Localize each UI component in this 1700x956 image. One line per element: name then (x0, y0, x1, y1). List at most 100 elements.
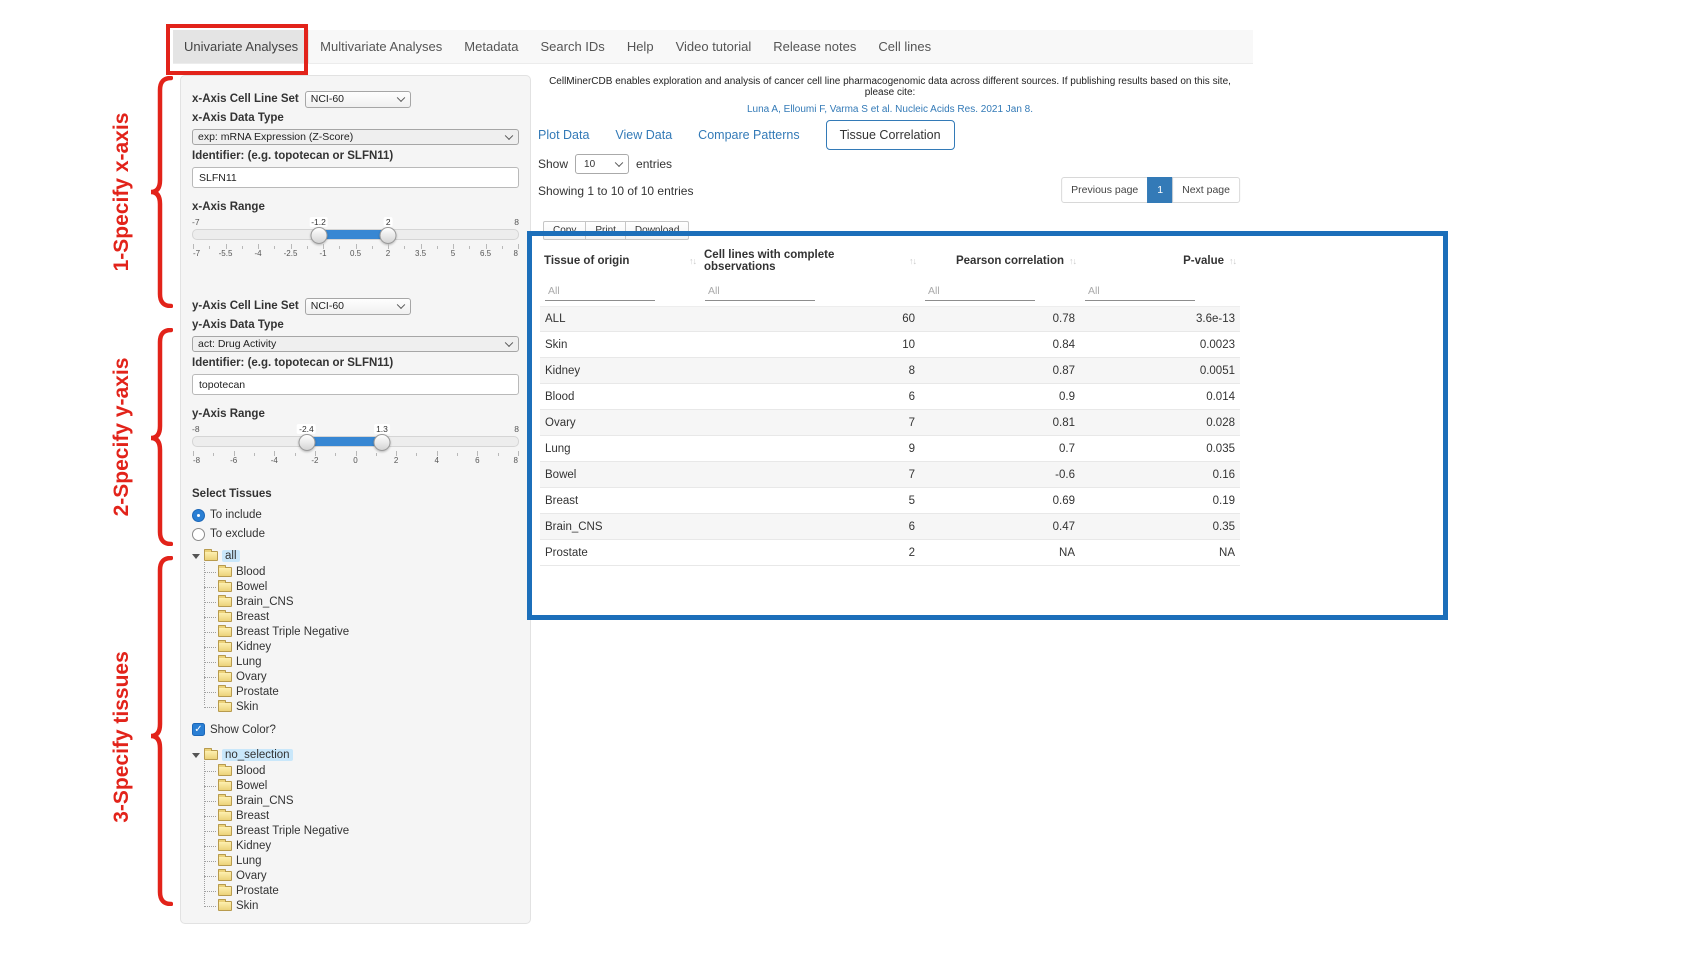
tree-item-ovary[interactable]: Ovary (218, 669, 519, 684)
tree-item-breast-triple-negative[interactable]: Breast Triple Negative (218, 624, 519, 639)
tree-item-breast-triple-negative[interactable]: Breast Triple Negative (218, 823, 519, 838)
tree-root-no-selection[interactable]: no_selection (192, 747, 519, 763)
slider-handle-to[interactable] (380, 227, 397, 244)
cell-tissue-of-origin: Prostate (540, 547, 700, 559)
cell-tissue-of-origin: ALL (540, 313, 700, 325)
radio-to-exclude[interactable] (192, 528, 205, 541)
tree-item-label: Breast Triple Negative (236, 825, 349, 837)
table-row-bowel[interactable]: Bowel7-0.60.16 (540, 462, 1240, 488)
table-row-lung[interactable]: Lung90.70.035 (540, 436, 1240, 462)
nav-tab-search-ids[interactable]: Search IDs (530, 30, 616, 63)
tree-item-breast[interactable]: Breast (218, 609, 519, 624)
nav-tab-cell-lines[interactable]: Cell lines (867, 30, 942, 63)
tree-item-kidney[interactable]: Kidney (218, 838, 519, 853)
y-axis-identifier-input[interactable] (192, 374, 519, 395)
tree-item-lung[interactable]: Lung (218, 654, 519, 669)
column-filter-input-pearson-correlation[interactable] (925, 281, 1035, 301)
show-entries-prefix: Show (538, 157, 568, 171)
tab-plot-data[interactable]: Plot Data (538, 128, 589, 142)
next-page-button[interactable]: Next page (1172, 177, 1240, 203)
tree-expand-icon[interactable] (192, 753, 200, 758)
slider-handle-from[interactable] (298, 434, 315, 451)
x-axis-range-slider[interactable]: -78-1.22-7-5.5-4-2.5-10.523.556.58 (192, 217, 519, 263)
cell-cell-lines-with-complete-observations: 9 (700, 443, 920, 455)
download-button[interactable]: Download (625, 221, 689, 240)
y-axis-range-slider[interactable]: -88-2.41.3-8-6-4-202468 (192, 424, 519, 470)
column-header-label: Cell lines with complete observations (704, 249, 904, 273)
tree-item-label: Breast (236, 611, 269, 623)
slider-handle-from[interactable] (310, 227, 327, 244)
radio-to-include[interactable] (192, 509, 205, 522)
tree-item-skin[interactable]: Skin (218, 699, 519, 714)
nav-tab-multivariate-analyses[interactable]: Multivariate Analyses (309, 30, 453, 63)
tree-item-kidney[interactable]: Kidney (218, 639, 519, 654)
tab-compare-patterns[interactable]: Compare Patterns (698, 128, 799, 142)
table-row-kidney[interactable]: Kidney80.870.0051 (540, 358, 1240, 384)
cell-pearson-correlation: 0.87 (920, 365, 1080, 377)
nav-tab-metadata[interactable]: Metadata (453, 30, 529, 63)
table-row-prostate[interactable]: Prostate2NANA (540, 540, 1240, 566)
folder-icon (218, 582, 232, 592)
tree-item-blood[interactable]: Blood (218, 564, 519, 579)
slider-handle-to[interactable] (373, 434, 390, 451)
table-row-ovary[interactable]: Ovary70.810.028 (540, 410, 1240, 436)
sort-icon: ↑↓ (689, 256, 696, 266)
table-row-skin[interactable]: Skin100.840.0023 (540, 332, 1240, 358)
tree-item-skin[interactable]: Skin (218, 898, 519, 913)
tree-root-all[interactable]: all (192, 548, 519, 564)
column-header-cell-lines-with-complete-observations[interactable]: Cell lines with complete observations↑↓ (700, 249, 920, 273)
show-color-label: Show Color? (210, 724, 276, 736)
pagination: Previous page 1 Next page (1061, 177, 1240, 203)
cell-p-value: 0.014 (1080, 391, 1240, 403)
slider-track[interactable] (192, 229, 519, 240)
cell-pearson-correlation: NA (920, 547, 1080, 559)
tree-item-brain-cns[interactable]: Brain_CNS (218, 793, 519, 808)
slider-track[interactable] (192, 436, 519, 447)
x-axis-data-type-select[interactable]: exp: mRNA Expression (Z-Score) (192, 129, 519, 145)
column-filter-input-tissue-of-origin[interactable] (545, 281, 655, 301)
tissue-option-to-exclude: To exclude (192, 526, 519, 542)
previous-page-button[interactable]: Previous page (1061, 177, 1148, 203)
y-axis-data-type-select[interactable]: act: Drug Activity (192, 336, 519, 352)
folder-icon (218, 901, 232, 911)
annotation-brace-1 (149, 76, 173, 308)
entries-count-select[interactable]: 10 (575, 154, 629, 174)
tree-item-ovary[interactable]: Ovary (218, 868, 519, 883)
tree-item-brain-cns[interactable]: Brain_CNS (218, 594, 519, 609)
tab-view-data[interactable]: View Data (615, 128, 672, 142)
tissue-correlation-table: Tissue of origin↑↓Cell lines with comple… (540, 246, 1240, 566)
tree-item-bowel[interactable]: Bowel (218, 778, 519, 793)
print-button[interactable]: Print (585, 221, 626, 240)
table-row-breast[interactable]: Breast50.690.19 (540, 488, 1240, 514)
show-color-checkbox[interactable]: ✓ (192, 723, 205, 736)
tree-item-prostate[interactable]: Prostate (218, 883, 519, 898)
column-filter-input-p-value[interactable] (1085, 281, 1195, 301)
y-axis-cell-line-set-select[interactable]: NCI-60 (305, 298, 411, 315)
tree-expand-icon[interactable] (192, 554, 200, 559)
nav-tab-help[interactable]: Help (616, 30, 665, 63)
x-axis-identifier-input[interactable] (192, 167, 519, 188)
column-header-pearson-correlation[interactable]: Pearson correlation↑↓ (920, 255, 1080, 267)
slider-tick-labels: -7-5.5-4-2.5-10.523.556.58 (193, 249, 518, 259)
table-row-blood[interactable]: Blood60.90.014 (540, 384, 1240, 410)
nav-tab-video-tutorial[interactable]: Video tutorial (665, 30, 763, 63)
citation-link[interactable]: Luna A, Elloumi F, Varma S et al. Nuclei… (538, 104, 1242, 115)
x-axis-data-type-label: x-Axis Data Type (192, 112, 519, 126)
tree-item-bowel[interactable]: Bowel (218, 579, 519, 594)
copy-button[interactable]: Copy (543, 221, 586, 240)
page-1-button[interactable]: 1 (1147, 177, 1173, 203)
tab-tissue-correlation[interactable]: Tissue Correlation (826, 120, 955, 150)
column-filter-input-cell-lines-with-complete-observations[interactable] (705, 281, 815, 301)
cell-cell-lines-with-complete-observations: 2 (700, 547, 920, 559)
tree-item-blood[interactable]: Blood (218, 763, 519, 778)
tree-item-prostate[interactable]: Prostate (218, 684, 519, 699)
column-header-tissue-of-origin[interactable]: Tissue of origin↑↓ (540, 255, 700, 267)
table-row-all[interactable]: ALL600.783.6e-13 (540, 306, 1240, 332)
annotation-brace-2 (149, 328, 173, 546)
nav-tab-release-notes[interactable]: Release notes (762, 30, 867, 63)
x-axis-cell-line-set-select[interactable]: NCI-60 (305, 91, 411, 108)
column-header-p-value[interactable]: P-value↑↓ (1080, 255, 1240, 267)
tree-item-lung[interactable]: Lung (218, 853, 519, 868)
table-row-brain-cns[interactable]: Brain_CNS60.470.35 (540, 514, 1240, 540)
tree-item-breast[interactable]: Breast (218, 808, 519, 823)
